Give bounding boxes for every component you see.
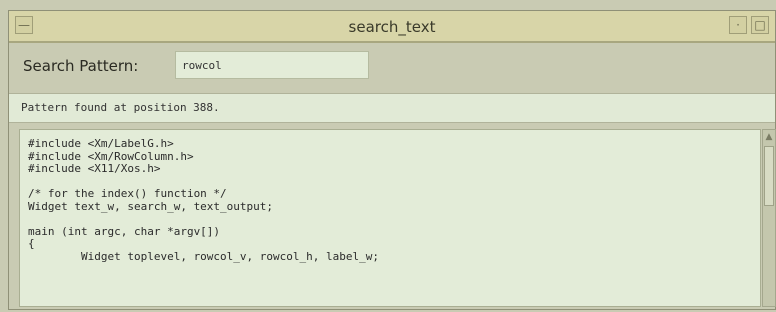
search-row: Search Pattern: [9,43,775,95]
code-line: #include <Xm/LabelG.h> [28,137,174,150]
code-line: /* for the index() function */ [28,187,227,200]
window-title: search_text [348,18,436,36]
search-pattern-input[interactable] [175,51,369,79]
scroll-up-arrow-icon[interactable]: ▲ [764,131,774,143]
code-line: Widget toplevel, rowcol_v, rowcol_h, lab… [28,249,379,263]
scroll-thumb[interactable] [764,146,774,206]
status-message: Pattern found at position 388. [21,101,220,114]
title-bar[interactable]: — search_text · □ [9,11,775,43]
maximize-button[interactable]: □ [751,16,769,34]
search-pattern-label: Search Pattern: [23,57,139,75]
code-line: Widget text_w, search_w, text_output; [28,199,274,213]
status-output: Pattern found at position 388. [9,93,775,123]
code-line: { [28,237,35,250]
code-line: #include <Xm/RowColumn.h> [28,149,194,163]
minimize-button[interactable]: · [729,16,747,34]
code-line: #include <X11/Xos.h> [28,162,161,175]
code-line: main (int argc, char *argv[]) [28,224,221,238]
text-output-content: #include <Xm/LabelG.h> #include <Xm/RowC… [20,130,760,263]
text-output-area[interactable]: #include <Xm/LabelG.h> #include <Xm/RowC… [19,129,761,307]
vertical-scrollbar[interactable]: ▲ [762,129,776,307]
search-text-window: — search_text · □ Search Pattern: Patter… [8,10,776,310]
